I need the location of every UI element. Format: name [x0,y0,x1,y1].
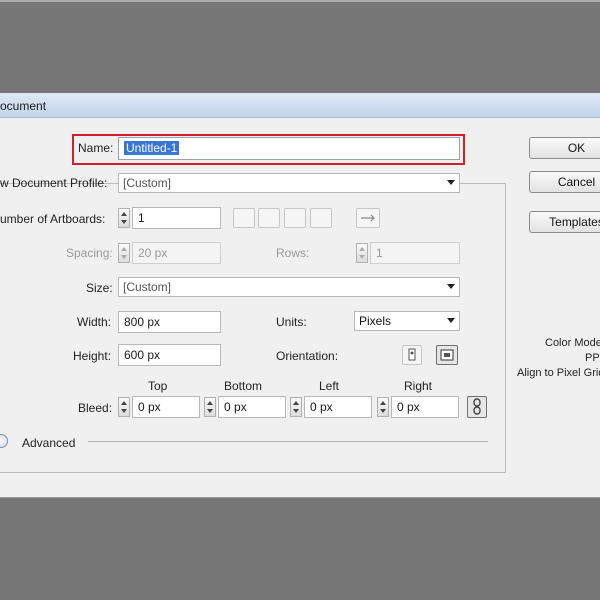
bleed-left-value: 0 px [310,400,333,414]
chain-link-icon [473,398,481,415]
arrange-by-column-icon[interactable] [310,208,332,228]
orientation-label: Orientation: [276,349,339,363]
cancel-button[interactable]: Cancel [529,171,600,193]
artboards-input[interactable]: 1 [132,207,221,229]
bleed-top-input[interactable]: 0 px [132,396,200,418]
bleed-label: Bleed: [78,401,113,415]
bleed-right-label: Right [404,379,433,393]
units-label: Units: [276,315,307,329]
rows-value: 1 [376,246,383,260]
spacing-input[interactable]: 20 px [132,242,221,264]
rows-stepper[interactable] [356,243,368,263]
height-input[interactable]: 600 px [118,344,221,366]
name-label: Name: [78,141,114,155]
document-profile-value: [Custom] [123,176,172,190]
ppi-info: PPI [585,352,600,364]
grid-by-column-icon[interactable] [258,208,280,228]
background-top [0,0,600,93]
bleed-right-stepper[interactable] [377,397,389,417]
color-mode-info: Color Mode [545,337,600,349]
spacing-stepper[interactable] [118,243,130,263]
bleed-top-value: 0 px [138,400,161,414]
rows-label: Rows: [276,246,310,260]
height-label: Height: [73,349,112,363]
bleed-top-stepper[interactable] [118,397,130,417]
size-dropdown[interactable]: [Custom] [118,277,460,297]
bleed-bottom-stepper[interactable] [204,397,216,417]
portrait-icon[interactable] [402,345,422,365]
chevron-down-icon [447,180,455,185]
background-bottom [0,497,600,600]
align-pixel-grid-info: Align to Pixel Grid [517,367,600,379]
document-profile-dropdown[interactable]: [Custom] [118,173,460,193]
rows-input[interactable]: 1 [370,242,460,264]
size-label: Size: [86,281,113,295]
bleed-bottom-input[interactable]: 0 px [218,396,286,418]
units-value: Pixels [359,314,392,328]
chevron-down-icon [447,318,455,323]
chevron-down-icon [447,284,455,289]
artboards-label: umber of Artboards: [0,212,106,226]
advanced-divider [88,441,488,442]
ok-button[interactable]: OK [529,137,600,159]
width-value: 800 px [124,315,161,329]
bleed-bottom-value: 0 px [224,400,247,414]
landscape-icon[interactable] [436,345,458,365]
artboards-stepper[interactable] [118,208,130,228]
bleed-right-input[interactable]: 0 px [391,396,459,418]
bleed-top-label: Top [148,379,168,393]
portrait-glyph-icon [408,348,416,361]
bleed-bottom-label: Bottom [224,379,263,393]
dialog-title: ocument [0,99,47,113]
left-to-right-icon[interactable] [356,208,380,228]
arrange-by-row-icon[interactable] [284,208,306,228]
bleed-left-input[interactable]: 0 px [304,396,372,418]
dialog-titlebar[interactable]: ocument [0,93,600,118]
bleed-left-label: Left [319,379,340,393]
name-input[interactable]: Untitled-1 [118,137,460,160]
advanced-label: Advanced [22,436,76,450]
arrow-right-icon [361,214,375,222]
size-value: [Custom] [123,280,172,294]
units-dropdown[interactable]: Pixels [354,311,460,331]
width-label: Width: [77,315,112,329]
landscape-glyph-icon [440,349,454,361]
grid-by-row-icon[interactable] [233,208,255,228]
link-icon[interactable] [467,396,487,418]
name-input-selected-text: Untitled-1 [124,141,180,155]
spacing-label: Spacing: [66,246,113,260]
width-input[interactable]: 800 px [118,311,221,333]
document-profile-label: w Document Profile: [0,176,108,190]
artboards-value: 1 [138,211,145,225]
height-value: 600 px [124,348,161,362]
spacing-value: 20 px [138,246,168,260]
bleed-right-value: 0 px [397,400,420,414]
bleed-left-stepper[interactable] [290,397,302,417]
templates-button[interactable]: Templates [529,211,600,233]
